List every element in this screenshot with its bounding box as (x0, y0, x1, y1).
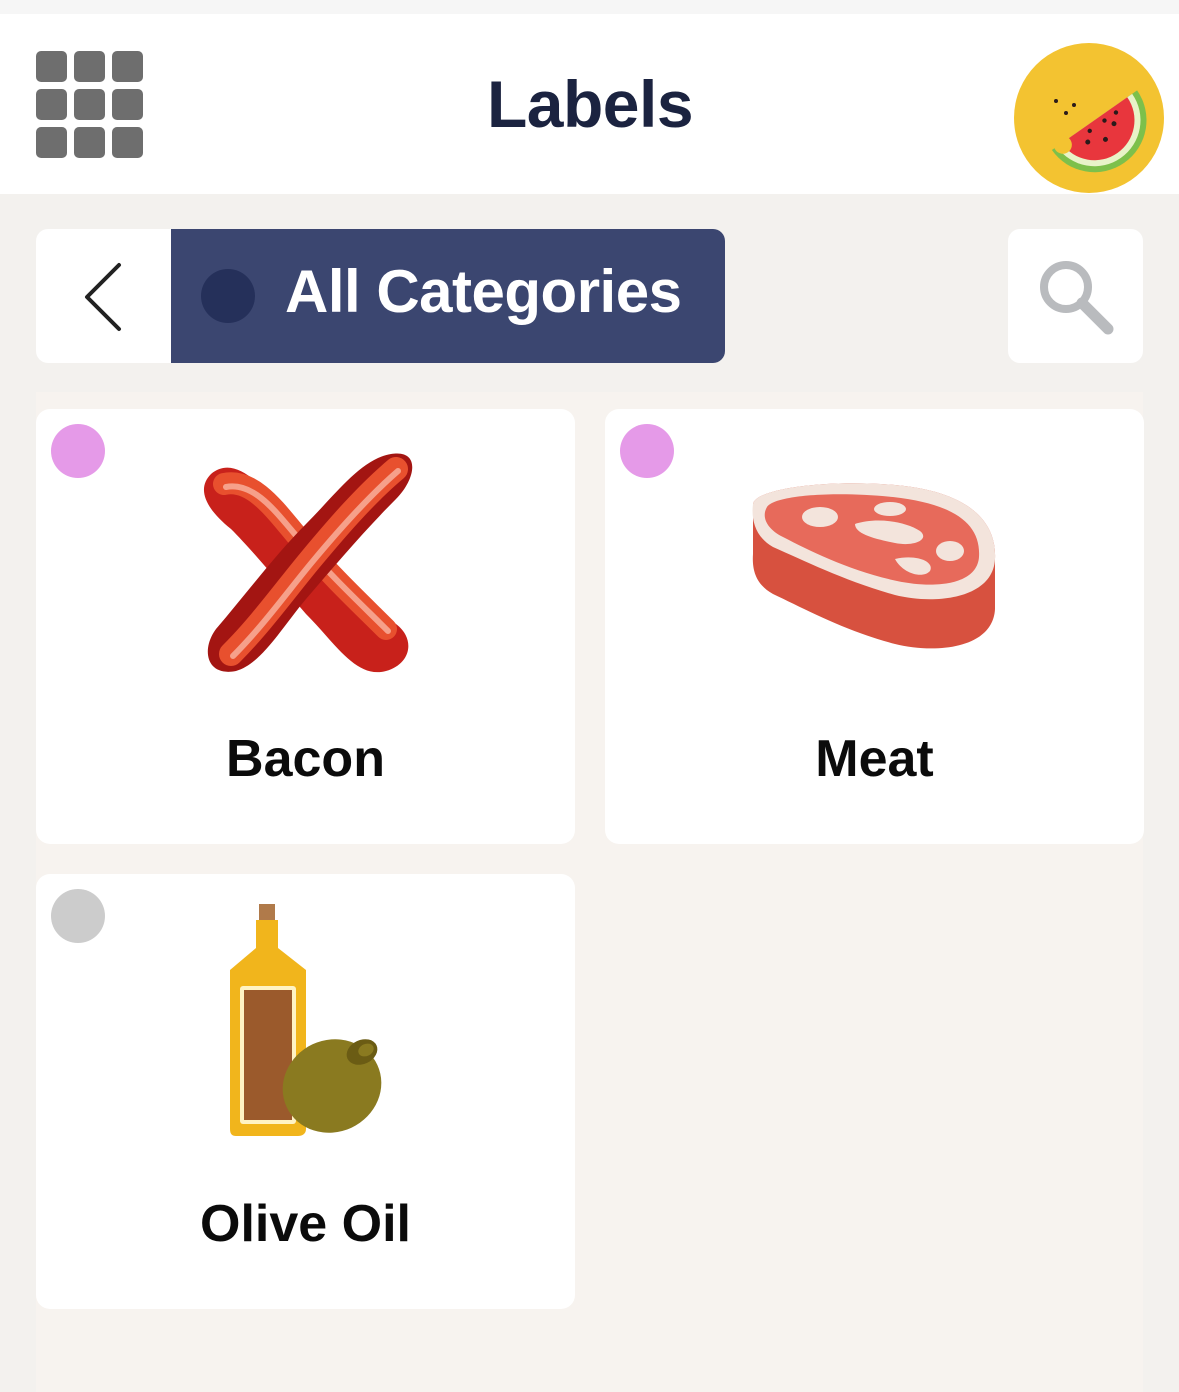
olive-oil-icon (230, 904, 382, 1136)
search-icon (1040, 261, 1114, 335)
label-grid: Bacon Meat Olive Oil (36, 392, 1144, 1392)
grid-menu-icon[interactable] (36, 51, 144, 159)
label-card-meat[interactable]: Meat (605, 409, 1144, 844)
status-strip (0, 0, 1179, 14)
avatar[interactable] (1014, 43, 1164, 193)
page-title: Labels (486, 67, 694, 141)
back-button[interactable] (36, 229, 176, 363)
label-name: Meat (815, 730, 934, 788)
search-button[interactable] (1008, 229, 1143, 363)
label-card-bacon[interactable]: Bacon (36, 409, 575, 844)
bacon-icon (203, 453, 413, 673)
category-color-dot (201, 269, 255, 323)
label-name: Olive Oil (200, 1195, 411, 1253)
steak-icon (752, 483, 996, 649)
watermelon-icon (1051, 90, 1147, 173)
chevron-left-icon (85, 263, 121, 331)
app-header: Labels (0, 14, 1179, 194)
label-name: Bacon (226, 730, 385, 788)
category-label: All Categories (285, 258, 682, 325)
label-card-olive-oil[interactable]: Olive Oil (36, 874, 575, 1309)
category-selector[interactable]: All Categories (171, 229, 725, 363)
